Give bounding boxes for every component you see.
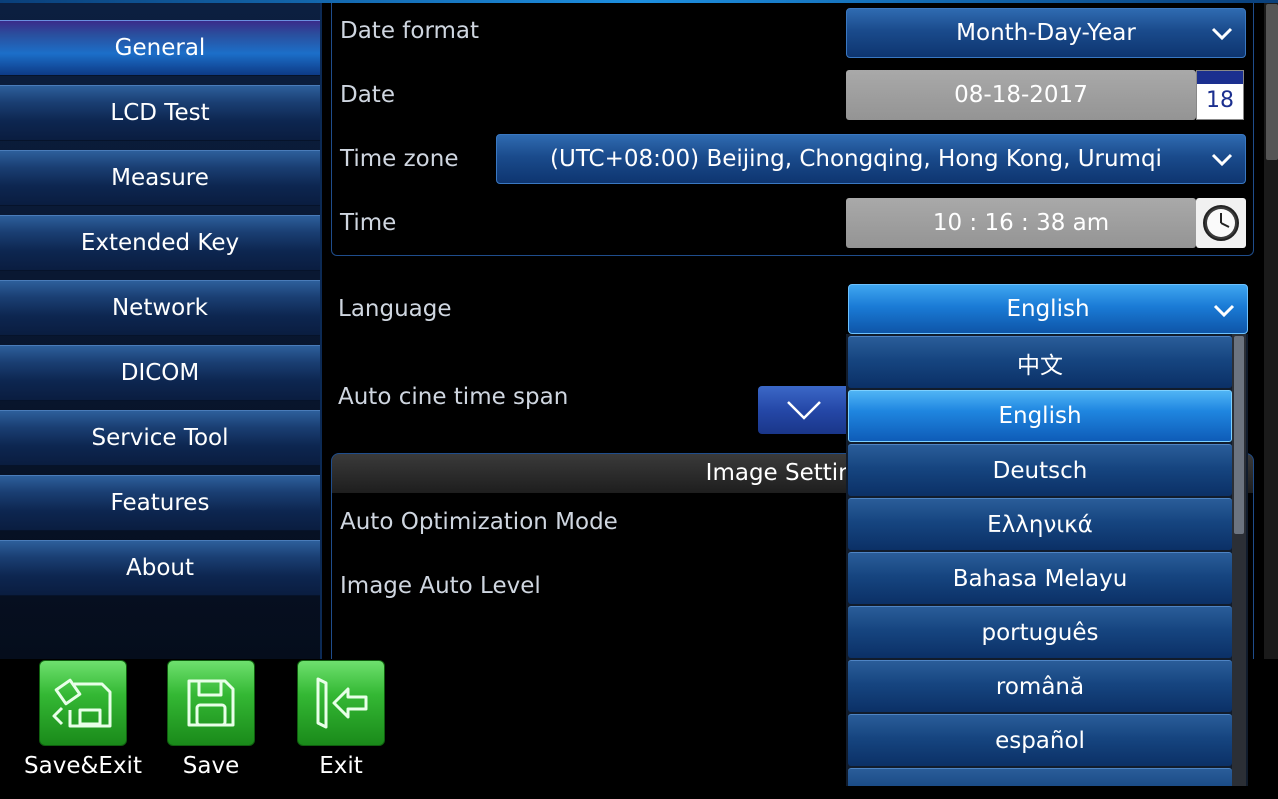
language-option[interactable]: Ελληνικά (848, 498, 1232, 550)
sidebar-item-network[interactable]: Network (0, 280, 320, 336)
language-dropdown: 中文 English Deutsch Ελληνικά Bahasa Melay… (846, 334, 1248, 786)
sidebar-item-about[interactable]: About (0, 540, 320, 596)
exit-label: Exit (319, 753, 363, 779)
time-zone-select[interactable]: (UTC+08:00) Beijing, Chongqing, Hong Kon… (496, 134, 1246, 184)
language-option[interactable]: português (848, 606, 1232, 658)
time-field[interactable]: 10 : 16 : 38 am (846, 198, 1196, 248)
chevron-down-icon (787, 401, 821, 420)
floppy-disk-icon (187, 679, 235, 727)
language-option-partial[interactable] (848, 768, 1232, 786)
sidebar-item-lcd-test[interactable]: LCD Test (0, 85, 320, 141)
language-option[interactable]: Deutsch (848, 444, 1232, 496)
time-zone-label: Time zone (340, 146, 459, 172)
date-label: Date (340, 82, 395, 108)
sidebar-item-service-tool[interactable]: Service Tool (0, 410, 320, 466)
clock-icon[interactable] (1196, 198, 1246, 248)
sidebar-item-general[interactable]: General (0, 20, 320, 76)
chevron-down-icon (1211, 153, 1233, 167)
language-value: English (1006, 296, 1090, 322)
date-field[interactable]: 08-18-2017 (846, 70, 1196, 120)
calendar-icon[interactable]: 18 (1196, 70, 1244, 120)
sidebar-item-label: LCD Test (110, 100, 210, 126)
language-option[interactable]: 中文 (848, 336, 1232, 388)
date-value: 08-18-2017 (954, 82, 1088, 108)
sidebar-item-label: Extended Key (80, 230, 240, 256)
main-scrollbar-thumb[interactable] (1266, 4, 1278, 160)
calendar-day: 18 (1206, 88, 1234, 113)
clock-face-icon (1203, 205, 1239, 241)
sidebar-item-label: Measure (111, 165, 209, 191)
date-format-value: Month-Day-Year (956, 20, 1136, 46)
sidebar-item-dicom[interactable]: DICOM (0, 345, 320, 401)
dropdown-scrollbar-thumb[interactable] (1234, 336, 1244, 534)
sidebar-item-extended-key[interactable]: Extended Key (0, 215, 320, 271)
time-value: 10 : 16 : 38 am (932, 210, 1110, 236)
auto-cine-select[interactable] (758, 386, 850, 434)
language-select[interactable]: English (848, 284, 1248, 334)
language-option-selected[interactable]: English (848, 390, 1232, 442)
sidebar-item-label: Service Tool (91, 425, 229, 451)
save-label: Save (182, 753, 240, 779)
save-exit-button[interactable] (39, 660, 127, 746)
sidebar-item-features[interactable]: Features (0, 475, 320, 531)
language-label: Language (338, 296, 452, 322)
chevron-down-icon (1213, 304, 1235, 318)
time-label: Time (340, 210, 397, 236)
image-auto-level-label: Image Auto Level (340, 573, 541, 599)
sidebar-item-label: Network (111, 295, 209, 321)
time-zone-value: (UTC+08:00) Beijing, Chongqing, Hong Kon… (550, 146, 1162, 172)
auto-optimization-label: Auto Optimization Mode (340, 509, 618, 535)
save-exit-label: Save&Exit (24, 753, 142, 779)
sidebar-item-label: General (114, 35, 206, 61)
save-exit-icon (52, 678, 112, 728)
exit-button[interactable] (297, 660, 385, 746)
language-option[interactable]: Bahasa Melayu (848, 552, 1232, 604)
sidebar: General LCD Test Measure Extended Key Ne… (0, 3, 320, 659)
date-format-select[interactable]: Month-Day-Year (846, 8, 1246, 58)
sidebar-item-measure[interactable]: Measure (0, 150, 320, 206)
date-format-label: Date format (340, 18, 480, 44)
exit-arrow-icon (316, 677, 368, 729)
language-option[interactable]: español (848, 714, 1232, 766)
panel-divider (320, 3, 322, 659)
sidebar-item-label: DICOM (120, 360, 200, 386)
language-option[interactable]: română (848, 660, 1232, 712)
sidebar-item-label: Features (110, 490, 210, 516)
chevron-down-icon (1211, 27, 1233, 41)
save-button[interactable] (167, 660, 255, 746)
sidebar-item-label: About (125, 555, 194, 581)
auto-cine-label: Auto cine time span (338, 384, 569, 410)
